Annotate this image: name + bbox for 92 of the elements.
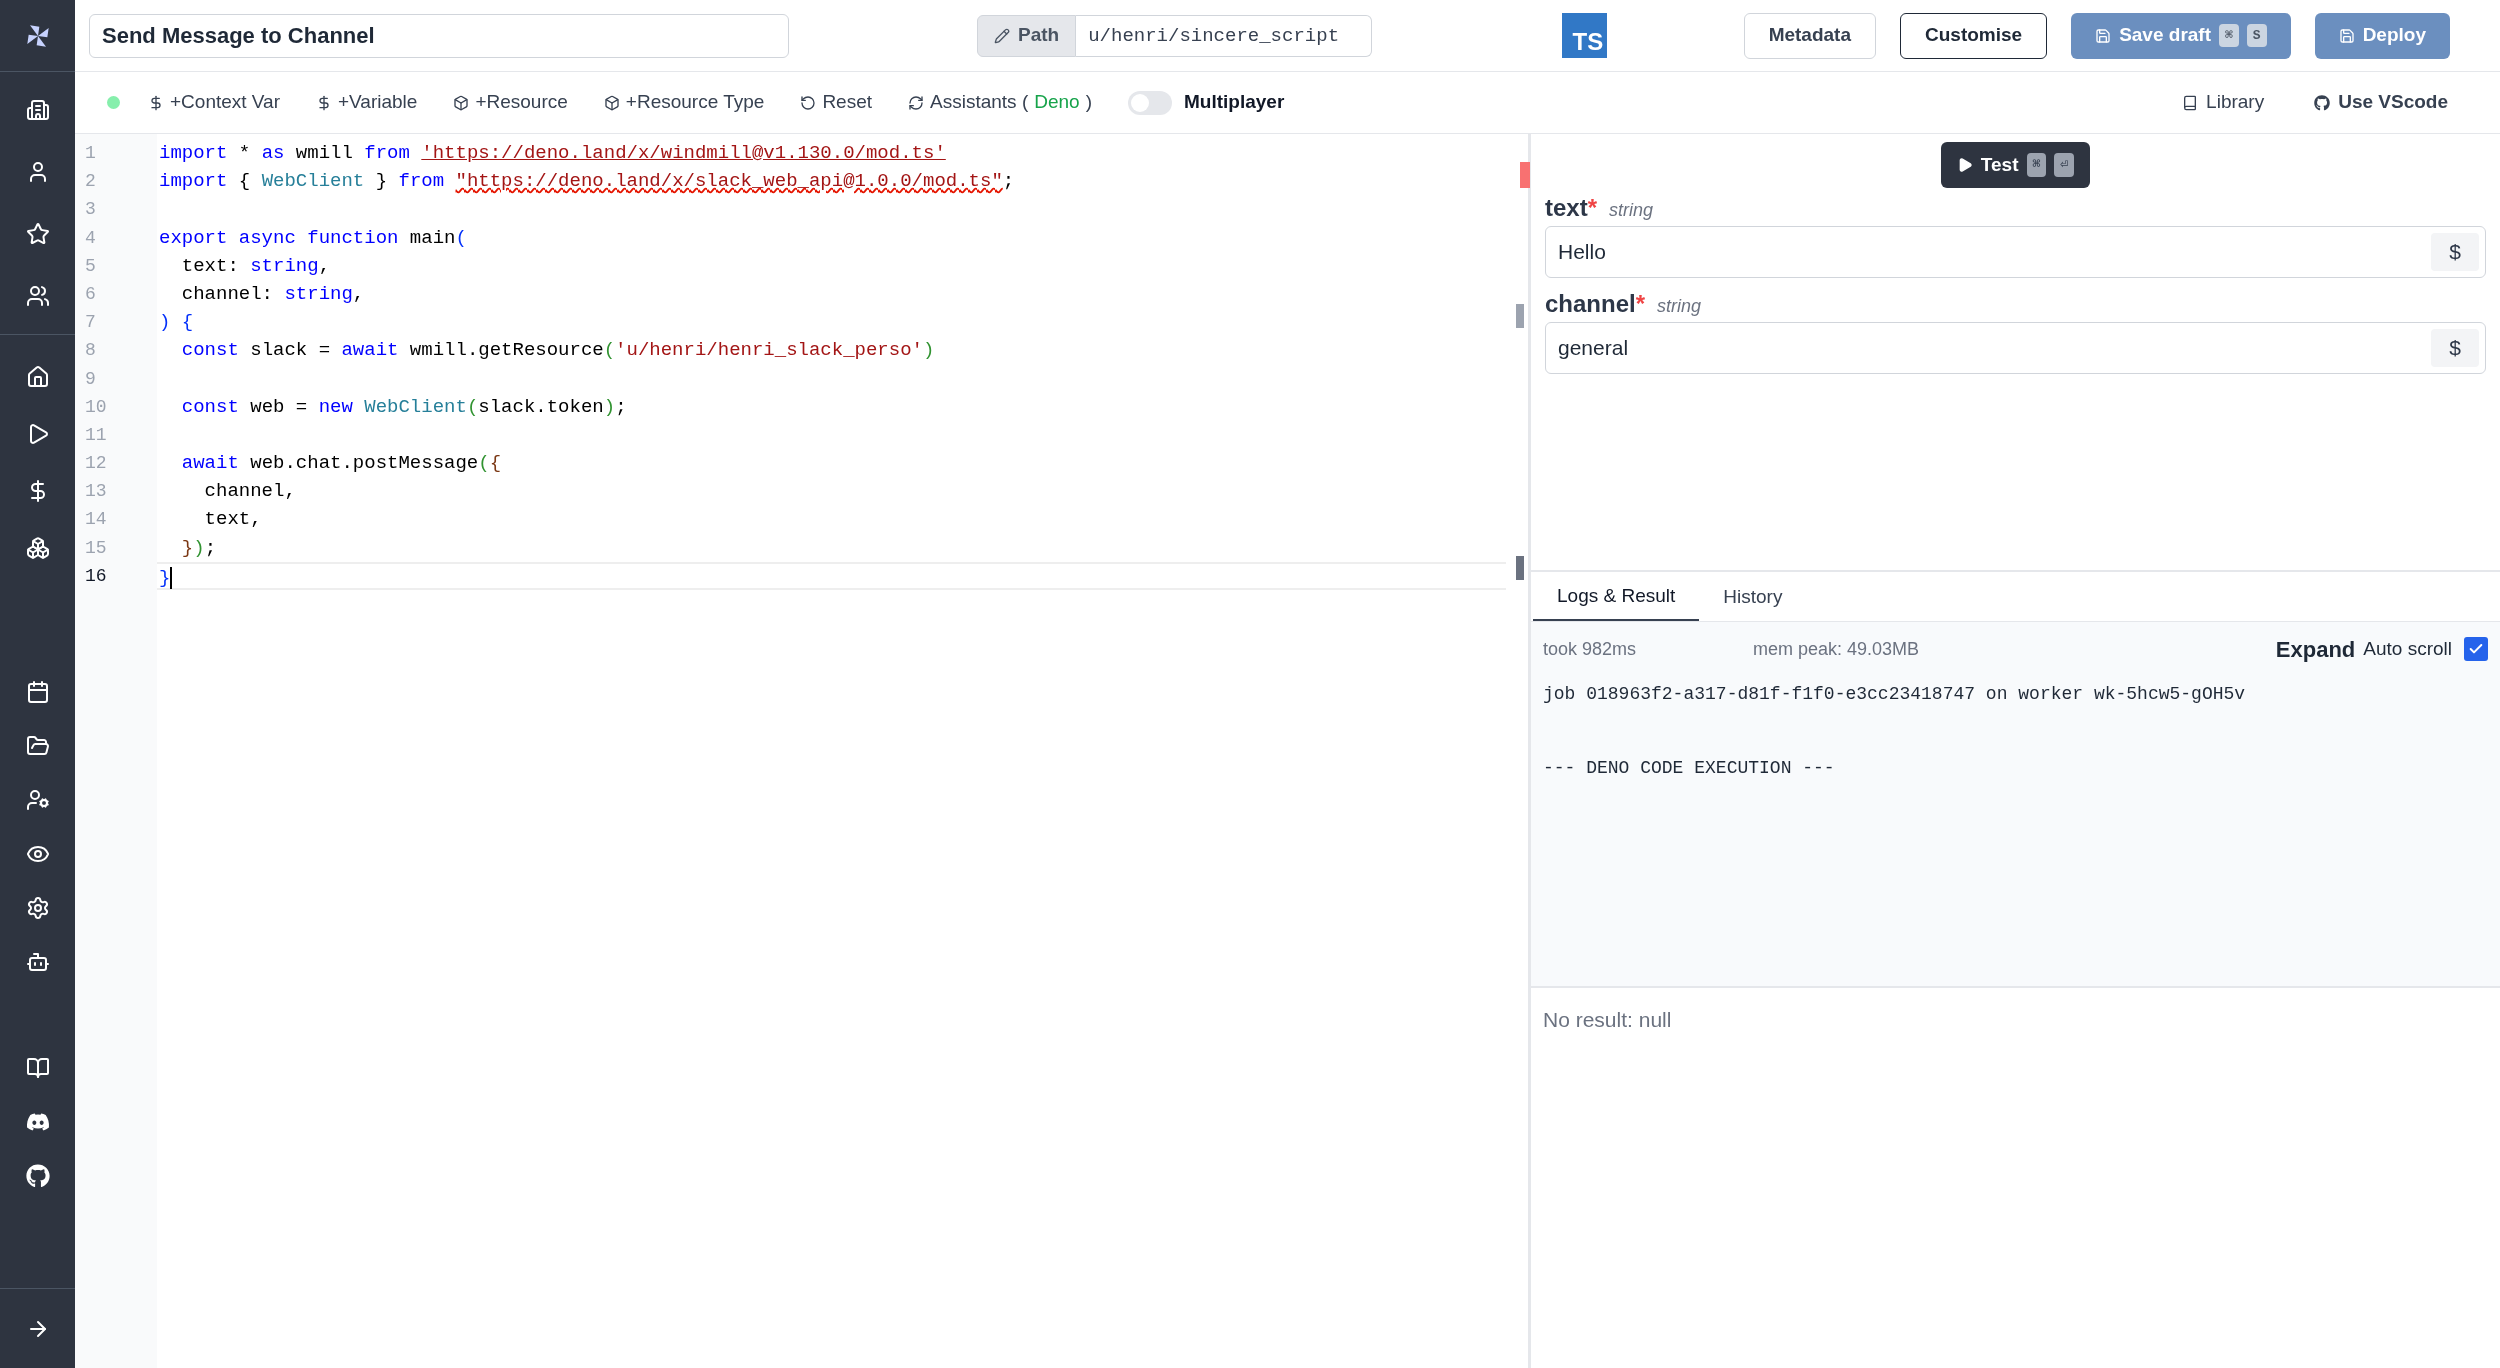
line-number: 10 bbox=[84, 395, 108, 419]
expand-button[interactable]: Expand bbox=[2275, 632, 2356, 666]
shortcut-key: ⌘ bbox=[2219, 23, 2239, 48]
toolbar-button[interactable]: +Context Var bbox=[148, 88, 280, 117]
github-icon bbox=[2314, 94, 2331, 111]
line-number: 9 bbox=[84, 367, 97, 391]
shortcut-key: ⏎ bbox=[2054, 153, 2075, 177]
auto-scroll-label: Auto scroll bbox=[2363, 636, 2452, 661]
line-number: 16 bbox=[84, 564, 108, 588]
star-icon[interactable] bbox=[25, 222, 50, 246]
folder-icon[interactable] bbox=[25, 734, 50, 758]
code-line: }); bbox=[180, 535, 218, 561]
field-label: channel* bbox=[1545, 289, 1646, 319]
field-type: string bbox=[1609, 199, 1654, 222]
script-title-field[interactable]: Send Message to Channel bbox=[89, 13, 789, 58]
building-icon[interactable] bbox=[25, 98, 50, 122]
line-number: 1 bbox=[84, 142, 97, 165]
user-settings-icon[interactable] bbox=[25, 788, 50, 812]
log-line: job 018963f2-a317-d81f-f1f0-e3cc23418747 on worker wk-5hcw5-gOH5v bbox=[1543, 683, 2247, 706]
cube-icon bbox=[603, 94, 620, 111]
save-button[interactable]: Save draft ⌘ S bbox=[2071, 12, 2291, 59]
code-line: const slack = await wmill.getResource('u/henri/henri_slack_perso') bbox=[180, 338, 936, 364]
code-line: import * as wmill from 'https://deno.land/x/windmill@v1.130.0/mod.ts' bbox=[158, 141, 947, 166]
cube-icon bbox=[453, 94, 470, 111]
undo-icon bbox=[800, 94, 817, 111]
dollar-icon bbox=[148, 94, 164, 111]
book-icon bbox=[2182, 94, 2199, 111]
line-number: 13 bbox=[84, 480, 108, 504]
robot-icon[interactable] bbox=[25, 950, 50, 974]
text-field[interactable]: general $ bbox=[1545, 322, 2486, 374]
log-line: --- DENO CODE EXECUTION --- bbox=[1543, 756, 1836, 780]
line-number: 15 bbox=[84, 536, 108, 560]
code-line: import { WebClient } from "https://deno.land/x/slack_web_api@1.0.0/mod.ts"; bbox=[158, 169, 1016, 195]
tab[interactable]: History bbox=[1699, 573, 1807, 621]
line-number: 8 bbox=[84, 339, 97, 363]
line-number: 3 bbox=[84, 198, 97, 222]
assistants-button[interactable]: Assistants ( Deno ) bbox=[908, 88, 1092, 117]
line-number: 2 bbox=[84, 170, 97, 194]
text-field[interactable]: Hello $ bbox=[1545, 226, 2486, 278]
shortcut-key: ⌘ bbox=[2026, 153, 2047, 177]
line-number: 6 bbox=[84, 282, 97, 306]
code-line: channel, bbox=[203, 479, 297, 505]
github-icon[interactable] bbox=[25, 1164, 50, 1188]
book-icon[interactable] bbox=[25, 1056, 50, 1080]
header-button[interactable]: Customise bbox=[1900, 12, 2048, 59]
line-number: 12 bbox=[84, 452, 108, 476]
cursor-marker bbox=[1516, 556, 1524, 580]
line-number: 7 bbox=[84, 311, 97, 335]
overview-marker bbox=[1516, 304, 1524, 328]
code-line: } bbox=[157, 561, 1506, 590]
result-text: No result: null bbox=[1543, 1008, 1672, 1031]
code-line: await web.chat.postMessage({ bbox=[180, 451, 503, 477]
code-line: text, bbox=[203, 507, 263, 533]
typescript-badge: TS bbox=[1562, 13, 1608, 58]
variable-button[interactable]: $ bbox=[2431, 329, 2479, 367]
calendar-icon[interactable] bbox=[25, 680, 50, 704]
toolbar-link[interactable]: Library bbox=[2182, 88, 2265, 117]
users-icon[interactable] bbox=[25, 284, 50, 308]
test-button[interactable]: Test ⌘ ⏎ bbox=[1940, 142, 2091, 188]
code-line: text: string, bbox=[180, 253, 332, 279]
line-number: 5 bbox=[84, 254, 97, 278]
multiplayer-label: Multiplayer bbox=[1184, 90, 1285, 115]
line-number: 11 bbox=[84, 423, 108, 447]
field-label: text* bbox=[1545, 193, 1598, 223]
dollar-icon bbox=[316, 94, 332, 111]
field-type: string bbox=[1657, 295, 1702, 318]
line-number: 4 bbox=[84, 226, 97, 250]
code-line: ) { bbox=[158, 310, 195, 336]
pencil-icon bbox=[994, 27, 1010, 44]
memory-text: mem peak: 49.03MB bbox=[1753, 637, 1920, 661]
code-line: channel: string, bbox=[180, 281, 366, 307]
toolbar-link[interactable]: Use VScode bbox=[2314, 88, 2448, 117]
settings-icon[interactable] bbox=[25, 896, 50, 920]
error-marker bbox=[1520, 162, 1530, 188]
variable-button[interactable]: $ bbox=[2431, 233, 2479, 271]
refresh-icon bbox=[908, 94, 925, 111]
duration-text: took 982ms bbox=[1543, 637, 1638, 661]
code-line: export async function main( bbox=[158, 225, 468, 251]
toolbar-button[interactable]: +Resource bbox=[453, 88, 568, 117]
home-icon[interactable] bbox=[25, 365, 50, 389]
header-button[interactable]: Metadata bbox=[1743, 12, 1876, 59]
toolbar-button[interactable]: +Variable bbox=[316, 88, 418, 117]
boxes-icon[interactable] bbox=[25, 536, 50, 560]
toolbar-button[interactable]: Reset bbox=[800, 88, 873, 117]
path-button[interactable]: Path bbox=[977, 14, 1077, 57]
auto-scroll-checkbox[interactable] bbox=[2464, 637, 2488, 661]
multiplayer-toggle[interactable] bbox=[1128, 90, 1172, 115]
shortcut-key: S bbox=[2246, 23, 2267, 48]
toolbar-button[interactable]: +Resource Type bbox=[603, 88, 765, 117]
path-field[interactable]: u/henri/sincere_script bbox=[1076, 14, 1373, 57]
code-line: const web = new WebClient(slack.token); bbox=[180, 394, 628, 420]
line-number: 14 bbox=[84, 508, 108, 532]
